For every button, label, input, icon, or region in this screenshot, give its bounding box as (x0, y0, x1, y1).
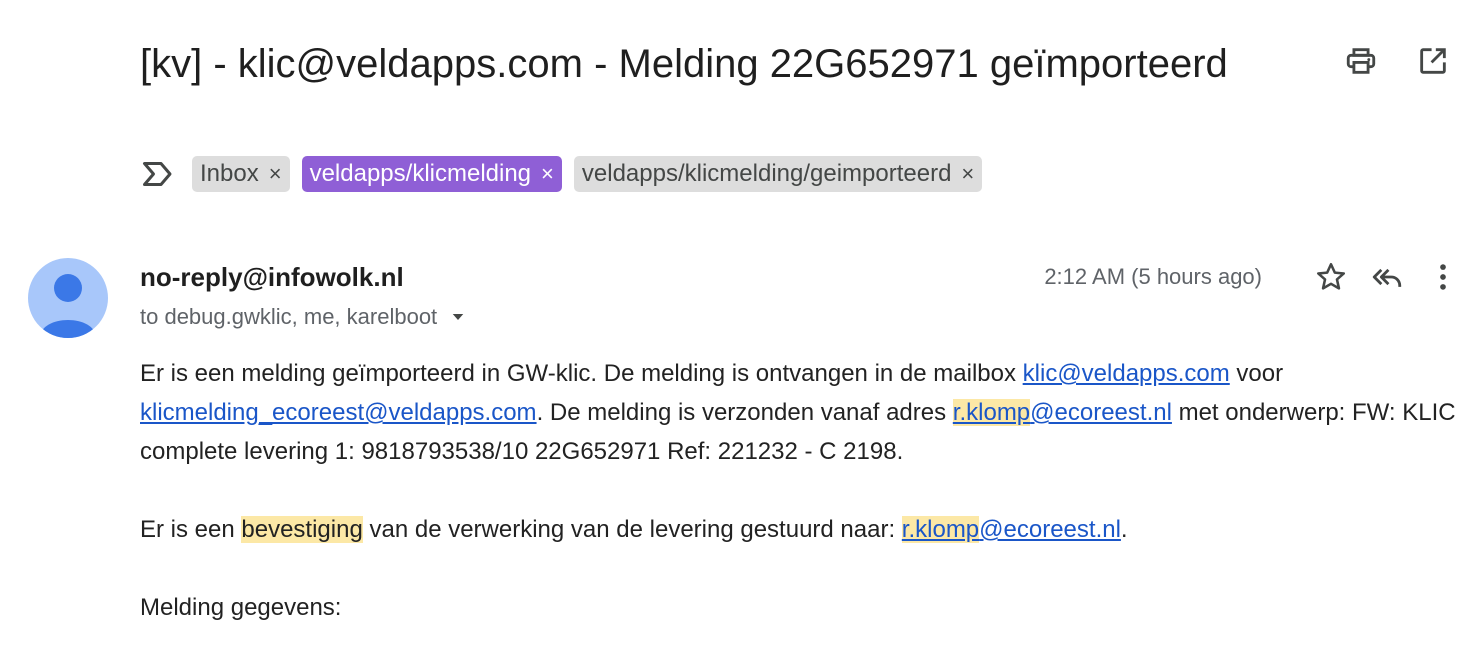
show-details-button[interactable] (449, 308, 467, 326)
recipients-line: to debug.gwklic, me, karelboot (140, 304, 467, 330)
email-link[interactable]: r.klomp@ecoreest.nl (952, 399, 1172, 426)
reply-all-button[interactable] (1370, 260, 1404, 294)
avatar[interactable] (28, 258, 108, 338)
email-body: Er is een melding geïmporteerd in GW-kli… (140, 354, 1460, 666)
sender-email[interactable]: no-reply@infowolk.nl (140, 262, 404, 293)
timestamp: 2:12 AM (5 hours ago) (1044, 264, 1262, 289)
person-icon (40, 274, 96, 338)
labels-row: Inbox × veldapps/klicmelding × veldapps/… (140, 156, 983, 192)
body-text-segment: . (1120, 516, 1128, 543)
remove-label-button[interactable]: × (961, 161, 974, 187)
label-chip-text: veldapps/klicmelding (309, 160, 532, 187)
more-vert-icon (1440, 264, 1446, 290)
link-text: @ecoreest.nl (979, 516, 1121, 543)
label-chip-inbox: Inbox × (192, 156, 290, 192)
body-text-segment: voor (1229, 360, 1284, 387)
importance-marker-icon[interactable] (140, 156, 176, 192)
body-text-segment: van de verwerking van de levering gestuu… (362, 516, 902, 543)
more-options-button[interactable] (1426, 260, 1460, 294)
message-meta: 2:12 AM (5 hours ago) (1044, 260, 1460, 294)
recipients-text: to debug.gwklic, me, karelboot (140, 304, 438, 329)
label-chip-text: veldapps/klicmelding/geimporteerd (581, 160, 952, 187)
remove-label-button[interactable]: × (541, 161, 554, 187)
print-button[interactable] (1344, 44, 1378, 78)
link-text: @ecoreest.nl (1030, 399, 1172, 426)
email-subject: [kv] - klic@veldapps.com - Melding 22G65… (140, 42, 1228, 86)
star-icon (1316, 262, 1346, 290)
reply-all-icon (1372, 268, 1402, 287)
label-chip-geimporteerd: veldapps/klicmelding/geimporteerd × (573, 156, 983, 192)
label-chip-text: Inbox (200, 160, 259, 187)
body-paragraph: Er is een bevestiging van de verwerking … (140, 510, 1460, 549)
email-link[interactable]: r.klomp@ecoreest.nl (901, 516, 1121, 543)
top-actions (1344, 44, 1450, 78)
search-highlight: r.klomp (952, 399, 1031, 426)
open-in-new-icon (1420, 48, 1446, 74)
caret-down-icon (452, 314, 464, 320)
search-highlight: r.klomp (901, 516, 980, 543)
printer-icon (1346, 48, 1376, 74)
body-paragraph: Er is een melding geïmporteerd in GW-kli… (140, 354, 1460, 471)
open-new-window-button[interactable] (1416, 44, 1450, 78)
star-button[interactable] (1314, 260, 1348, 294)
remove-label-button[interactable]: × (269, 161, 282, 187)
body-paragraph: Melding gegevens: (140, 594, 342, 621)
search-highlight: bevestiging (241, 516, 363, 543)
body-text-segment: . De melding is verzonden vanaf adres (536, 399, 953, 426)
label-chip-klicmelding: veldapps/klicmelding × (301, 156, 562, 192)
body-text-segment: Er is een melding geïmporteerd in GW-kli… (140, 360, 1023, 387)
body-text-segment: Er is een (140, 516, 242, 543)
email-link[interactable]: klicmelding_ecoreest@veldapps.com (140, 399, 537, 426)
email-link[interactable]: klic@veldapps.com (1023, 360, 1230, 387)
